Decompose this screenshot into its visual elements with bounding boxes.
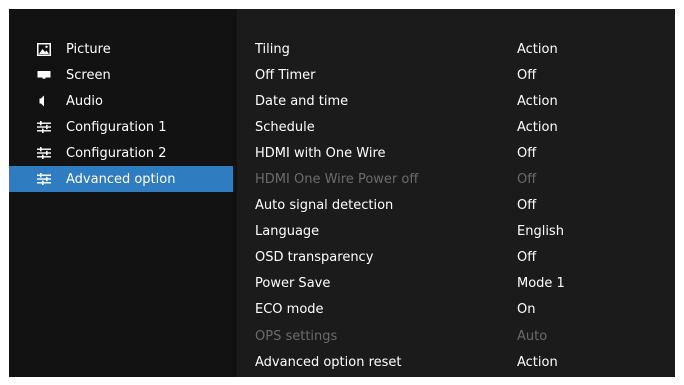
settings-list: Tiling Action Off Timer Off Date and tim… bbox=[237, 36, 675, 375]
setting-row-auto-signal-detection[interactable]: Auto signal detection Off bbox=[237, 193, 675, 219]
menu-item-label: Audio bbox=[66, 93, 103, 109]
menu-item-label: Advanced option bbox=[66, 171, 176, 187]
menu-item-picture[interactable]: Picture bbox=[9, 36, 233, 62]
setting-value: Off bbox=[517, 198, 537, 214]
menu-item-audio[interactable]: Audio bbox=[9, 88, 233, 114]
setting-value: Action bbox=[517, 41, 558, 57]
screen-icon bbox=[36, 67, 52, 83]
menu-item-label: Configuration 1 bbox=[66, 119, 167, 135]
setting-row-off-timer[interactable]: Off Timer Off bbox=[237, 62, 675, 88]
setting-value: English bbox=[517, 224, 564, 240]
menu-item-advanced-option[interactable]: Advanced option bbox=[9, 166, 233, 192]
setting-value: Action bbox=[517, 119, 558, 135]
menu-item-configuration-1[interactable]: Configuration 1 bbox=[9, 114, 233, 140]
setting-row-ops-settings: OPS settings Auto bbox=[237, 323, 675, 349]
setting-row-advanced-option-reset[interactable]: Advanced option reset Action bbox=[237, 349, 675, 375]
speaker-icon bbox=[36, 93, 52, 109]
setting-row-date-and-time[interactable]: Date and time Action bbox=[237, 88, 675, 114]
setting-name: Schedule bbox=[255, 119, 315, 135]
menu-item-screen[interactable]: Screen bbox=[9, 62, 233, 88]
setting-name: OSD transparency bbox=[255, 250, 374, 266]
sliders-icon bbox=[36, 119, 52, 135]
setting-name: Date and time bbox=[255, 93, 349, 109]
settings-panel: Tiling Action Off Timer Off Date and tim… bbox=[237, 9, 675, 377]
setting-value: Action bbox=[517, 93, 558, 109]
setting-name: OPS settings bbox=[255, 328, 338, 344]
setting-name: Power Save bbox=[255, 276, 331, 292]
setting-row-schedule[interactable]: Schedule Action bbox=[237, 114, 675, 140]
osd-window: Picture Screen Audio Configuration 1 Con… bbox=[9, 9, 675, 377]
setting-value: Auto bbox=[517, 328, 548, 344]
setting-name: ECO mode bbox=[255, 302, 324, 318]
setting-value: Off bbox=[517, 250, 537, 266]
setting-value: Off bbox=[517, 145, 537, 161]
setting-value: Off bbox=[517, 172, 537, 188]
setting-value: On bbox=[517, 302, 536, 318]
setting-name: Auto signal detection bbox=[255, 198, 394, 214]
picture-icon bbox=[36, 41, 52, 57]
setting-row-tiling[interactable]: Tiling Action bbox=[237, 36, 675, 62]
setting-value: Off bbox=[517, 67, 537, 83]
setting-name: HDMI One Wire Power off bbox=[255, 172, 419, 188]
setting-row-hdmi-one-wire-power-off: HDMI One Wire Power off Off bbox=[237, 166, 675, 192]
setting-row-power-save[interactable]: Power Save Mode 1 bbox=[237, 271, 675, 297]
setting-row-hdmi-with-one-wire[interactable]: HDMI with One Wire Off bbox=[237, 140, 675, 166]
setting-name: HDMI with One Wire bbox=[255, 145, 386, 161]
setting-value: Action bbox=[517, 354, 558, 370]
setting-name: Advanced option reset bbox=[255, 354, 402, 370]
setting-row-eco-mode[interactable]: ECO mode On bbox=[237, 297, 675, 323]
menu-item-label: Picture bbox=[66, 41, 111, 57]
sliders-icon bbox=[36, 171, 52, 187]
menu-item-label: Screen bbox=[66, 67, 111, 83]
setting-value: Mode 1 bbox=[517, 276, 565, 292]
sliders-icon bbox=[36, 145, 52, 161]
setting-row-language[interactable]: Language English bbox=[237, 219, 675, 245]
menu-item-label: Configuration 2 bbox=[66, 145, 167, 161]
setting-row-osd-transparency[interactable]: OSD transparency Off bbox=[237, 245, 675, 271]
main-menu-panel: Picture Screen Audio Configuration 1 Con… bbox=[9, 9, 233, 377]
menu-item-configuration-2[interactable]: Configuration 2 bbox=[9, 140, 233, 166]
setting-name: Off Timer bbox=[255, 67, 316, 83]
setting-name: Tiling bbox=[255, 41, 290, 57]
setting-name: Language bbox=[255, 224, 320, 240]
main-menu-list: Picture Screen Audio Configuration 1 Con… bbox=[9, 36, 233, 192]
